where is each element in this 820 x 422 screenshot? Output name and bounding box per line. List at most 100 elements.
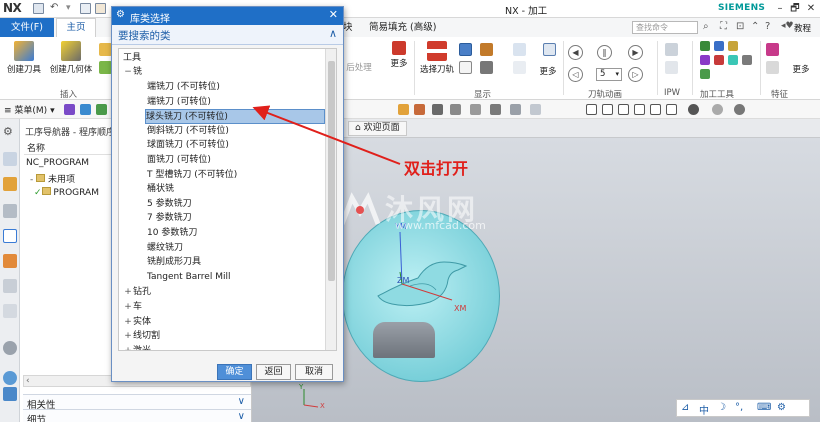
ime-logo-icon[interactable]: ⊿ xyxy=(681,402,689,413)
tree-group[interactable]: +车 xyxy=(123,300,142,315)
pause-icon[interactable]: ‖ xyxy=(597,45,612,60)
snap-icon[interactable] xyxy=(80,104,91,115)
view-icon-7[interactable] xyxy=(510,104,521,115)
ghost-icon[interactable] xyxy=(513,61,526,74)
assembly-navigator-icon[interactable] xyxy=(3,152,17,166)
display-list-icon[interactable] xyxy=(459,61,472,74)
panel-details[interactable]: 细节 ∨ xyxy=(23,409,251,422)
more-button-3[interactable]: 更多 xyxy=(788,63,814,75)
step-back-icon[interactable]: ◀ xyxy=(568,45,583,60)
tab-file[interactable]: 文件(F) xyxy=(0,18,54,37)
tree-group[interactable]: +线切割 xyxy=(123,329,160,344)
help-icon[interactable]: ? xyxy=(765,21,770,32)
operation-navigator-icon[interactable] xyxy=(3,229,17,243)
tree-row-unused[interactable]: - 未用项 xyxy=(30,172,75,185)
tool-class-item[interactable]: 7 参数铣刀 xyxy=(147,211,192,226)
more-button-2[interactable]: 更多 xyxy=(535,65,561,77)
tool-class-item[interactable]: Tangent Barrel Mill xyxy=(147,270,230,285)
shading-icon[interactable] xyxy=(712,104,723,115)
tool-icon-2[interactable] xyxy=(714,41,724,51)
copy-icon[interactable] xyxy=(95,3,106,14)
search-input[interactable]: 查找命令 xyxy=(632,21,698,34)
gear-icon[interactable]: ⚙ xyxy=(116,9,125,20)
ime-moon-icon[interactable]: ☽ xyxy=(717,402,726,413)
ipw-list-icon[interactable] xyxy=(665,61,678,74)
tool-class-item[interactable]: 桶状铣 xyxy=(147,182,174,197)
select-toolpath-button[interactable]: 选择刀轨 xyxy=(418,39,456,75)
tab-easy-fill[interactable]: 简易填充 (高级) xyxy=(369,18,436,37)
feature-icon-2[interactable] xyxy=(766,61,779,74)
undo-icon[interactable]: ↶ xyxy=(50,2,61,13)
animation-speed-select[interactable]: 5 ▾ xyxy=(596,68,622,81)
view-icon-5[interactable] xyxy=(470,104,481,115)
step-backward-icon[interactable]: ◁ xyxy=(568,67,583,82)
more-button-1[interactable]: 更多 xyxy=(386,39,412,69)
menu-button[interactable]: ≡ 菜单(M) ▾ xyxy=(4,103,55,116)
section-search-class[interactable]: 要搜索的类 ∧ xyxy=(112,25,343,45)
view-icon-10[interactable] xyxy=(602,104,613,115)
display-toolpath-icon[interactable] xyxy=(459,43,472,56)
tree-vertical-scrollbar[interactable] xyxy=(325,49,336,350)
window-icon[interactable]: ⊡ xyxy=(736,21,744,32)
tab-home[interactable]: 主页 xyxy=(56,18,96,37)
ipw-icon[interactable] xyxy=(665,43,678,56)
constraint-navigator-icon[interactable] xyxy=(3,177,17,191)
display-path-icon[interactable] xyxy=(480,61,493,74)
tab-partial[interactable]: 块 xyxy=(343,18,353,37)
system-material-icon[interactable] xyxy=(3,341,17,355)
view-icon-8[interactable] xyxy=(530,104,541,115)
web-browser-icon[interactable] xyxy=(3,371,17,385)
verify-icon[interactable] xyxy=(513,43,526,56)
ime-settings-icon[interactable]: ⚙ xyxy=(777,402,786,413)
model-base[interactable] xyxy=(373,322,435,358)
back-button[interactable]: 返回 xyxy=(256,364,291,380)
feature-icon-1[interactable] xyxy=(766,43,779,56)
view-icon-3[interactable] xyxy=(432,104,443,115)
panel-dependencies[interactable]: 相关性 ∨ xyxy=(23,394,251,411)
view-icon-12[interactable] xyxy=(634,104,645,115)
create-tool-button[interactable]: 创建刀具 xyxy=(4,39,44,75)
close-button[interactable]: ✕ xyxy=(800,1,820,17)
tool-class-item[interactable]: 球面铣刀 (不可转位) xyxy=(147,138,229,153)
tool-class-item[interactable]: 5 参数铣刀 xyxy=(147,197,192,212)
filter-icon[interactable] xyxy=(543,43,556,56)
cancel-button[interactable]: 取消 xyxy=(295,364,333,380)
tool-class-item[interactable]: 螺纹铣刀 xyxy=(147,241,183,256)
view-icon-9[interactable] xyxy=(586,104,597,115)
collapse-ribbon-icon[interactable]: ⌃ xyxy=(751,21,759,32)
background-icon[interactable] xyxy=(734,104,745,115)
tool-class-item[interactable]: 端铣刀 (可转位) xyxy=(147,95,211,110)
tree-root-tools[interactable]: 工具 xyxy=(123,51,141,66)
machine-navigator-icon[interactable] xyxy=(3,254,17,268)
ime-punct-icon[interactable]: °, xyxy=(735,402,743,413)
save-icon[interactable] xyxy=(33,3,44,14)
tool-class-item[interactable]: T 型槽铣刀 (不可转位) xyxy=(147,168,237,183)
dialog-title-bar[interactable]: ⚙ 库类选择 ✕ xyxy=(112,7,343,25)
ime-keyboard-icon[interactable]: ⌨ xyxy=(757,402,771,413)
tool-class-item[interactable]: 面铣刀 (可转位) xyxy=(147,153,211,168)
roles-icon[interactable] xyxy=(3,387,17,401)
tool-class-item[interactable]: 倒斜铣刀 (不可转位) xyxy=(147,124,229,139)
view-icon-13[interactable] xyxy=(650,104,661,115)
view-icon-4[interactable] xyxy=(450,104,461,115)
tool-icon-3[interactable] xyxy=(728,41,738,51)
tool-class-item[interactable]: 端铣刀 (不可转位) xyxy=(147,80,220,95)
dropdown-icon[interactable]: ▾ xyxy=(66,3,77,14)
history-icon[interactable] xyxy=(3,304,17,318)
tool-class-item[interactable]: 10 参数铣刀 xyxy=(147,226,197,241)
view-icon-6[interactable] xyxy=(490,104,501,115)
display-tool-icon[interactable] xyxy=(480,43,493,56)
part-navigator-icon[interactable] xyxy=(3,204,17,218)
search-icon[interactable]: ⌕ xyxy=(703,21,709,32)
play-icon[interactable]: ▶ xyxy=(628,45,643,60)
tool-icon-8[interactable] xyxy=(700,69,710,79)
ok-button[interactable]: 确定 xyxy=(217,364,252,380)
tool-class-item[interactable]: 铣削成形刀具 xyxy=(147,255,201,270)
tutorial-label[interactable]: 教程 xyxy=(794,22,811,34)
redo-icon[interactable] xyxy=(80,3,91,14)
tool-icon-7[interactable] xyxy=(742,55,752,65)
create-geometry-button[interactable]: 创建几何体 xyxy=(47,39,95,75)
tool-icon-5[interactable] xyxy=(714,55,724,65)
frame-icon[interactable]: ⛶ xyxy=(720,21,727,32)
tree-row-nc-program[interactable]: NC_PROGRAM xyxy=(26,158,89,168)
